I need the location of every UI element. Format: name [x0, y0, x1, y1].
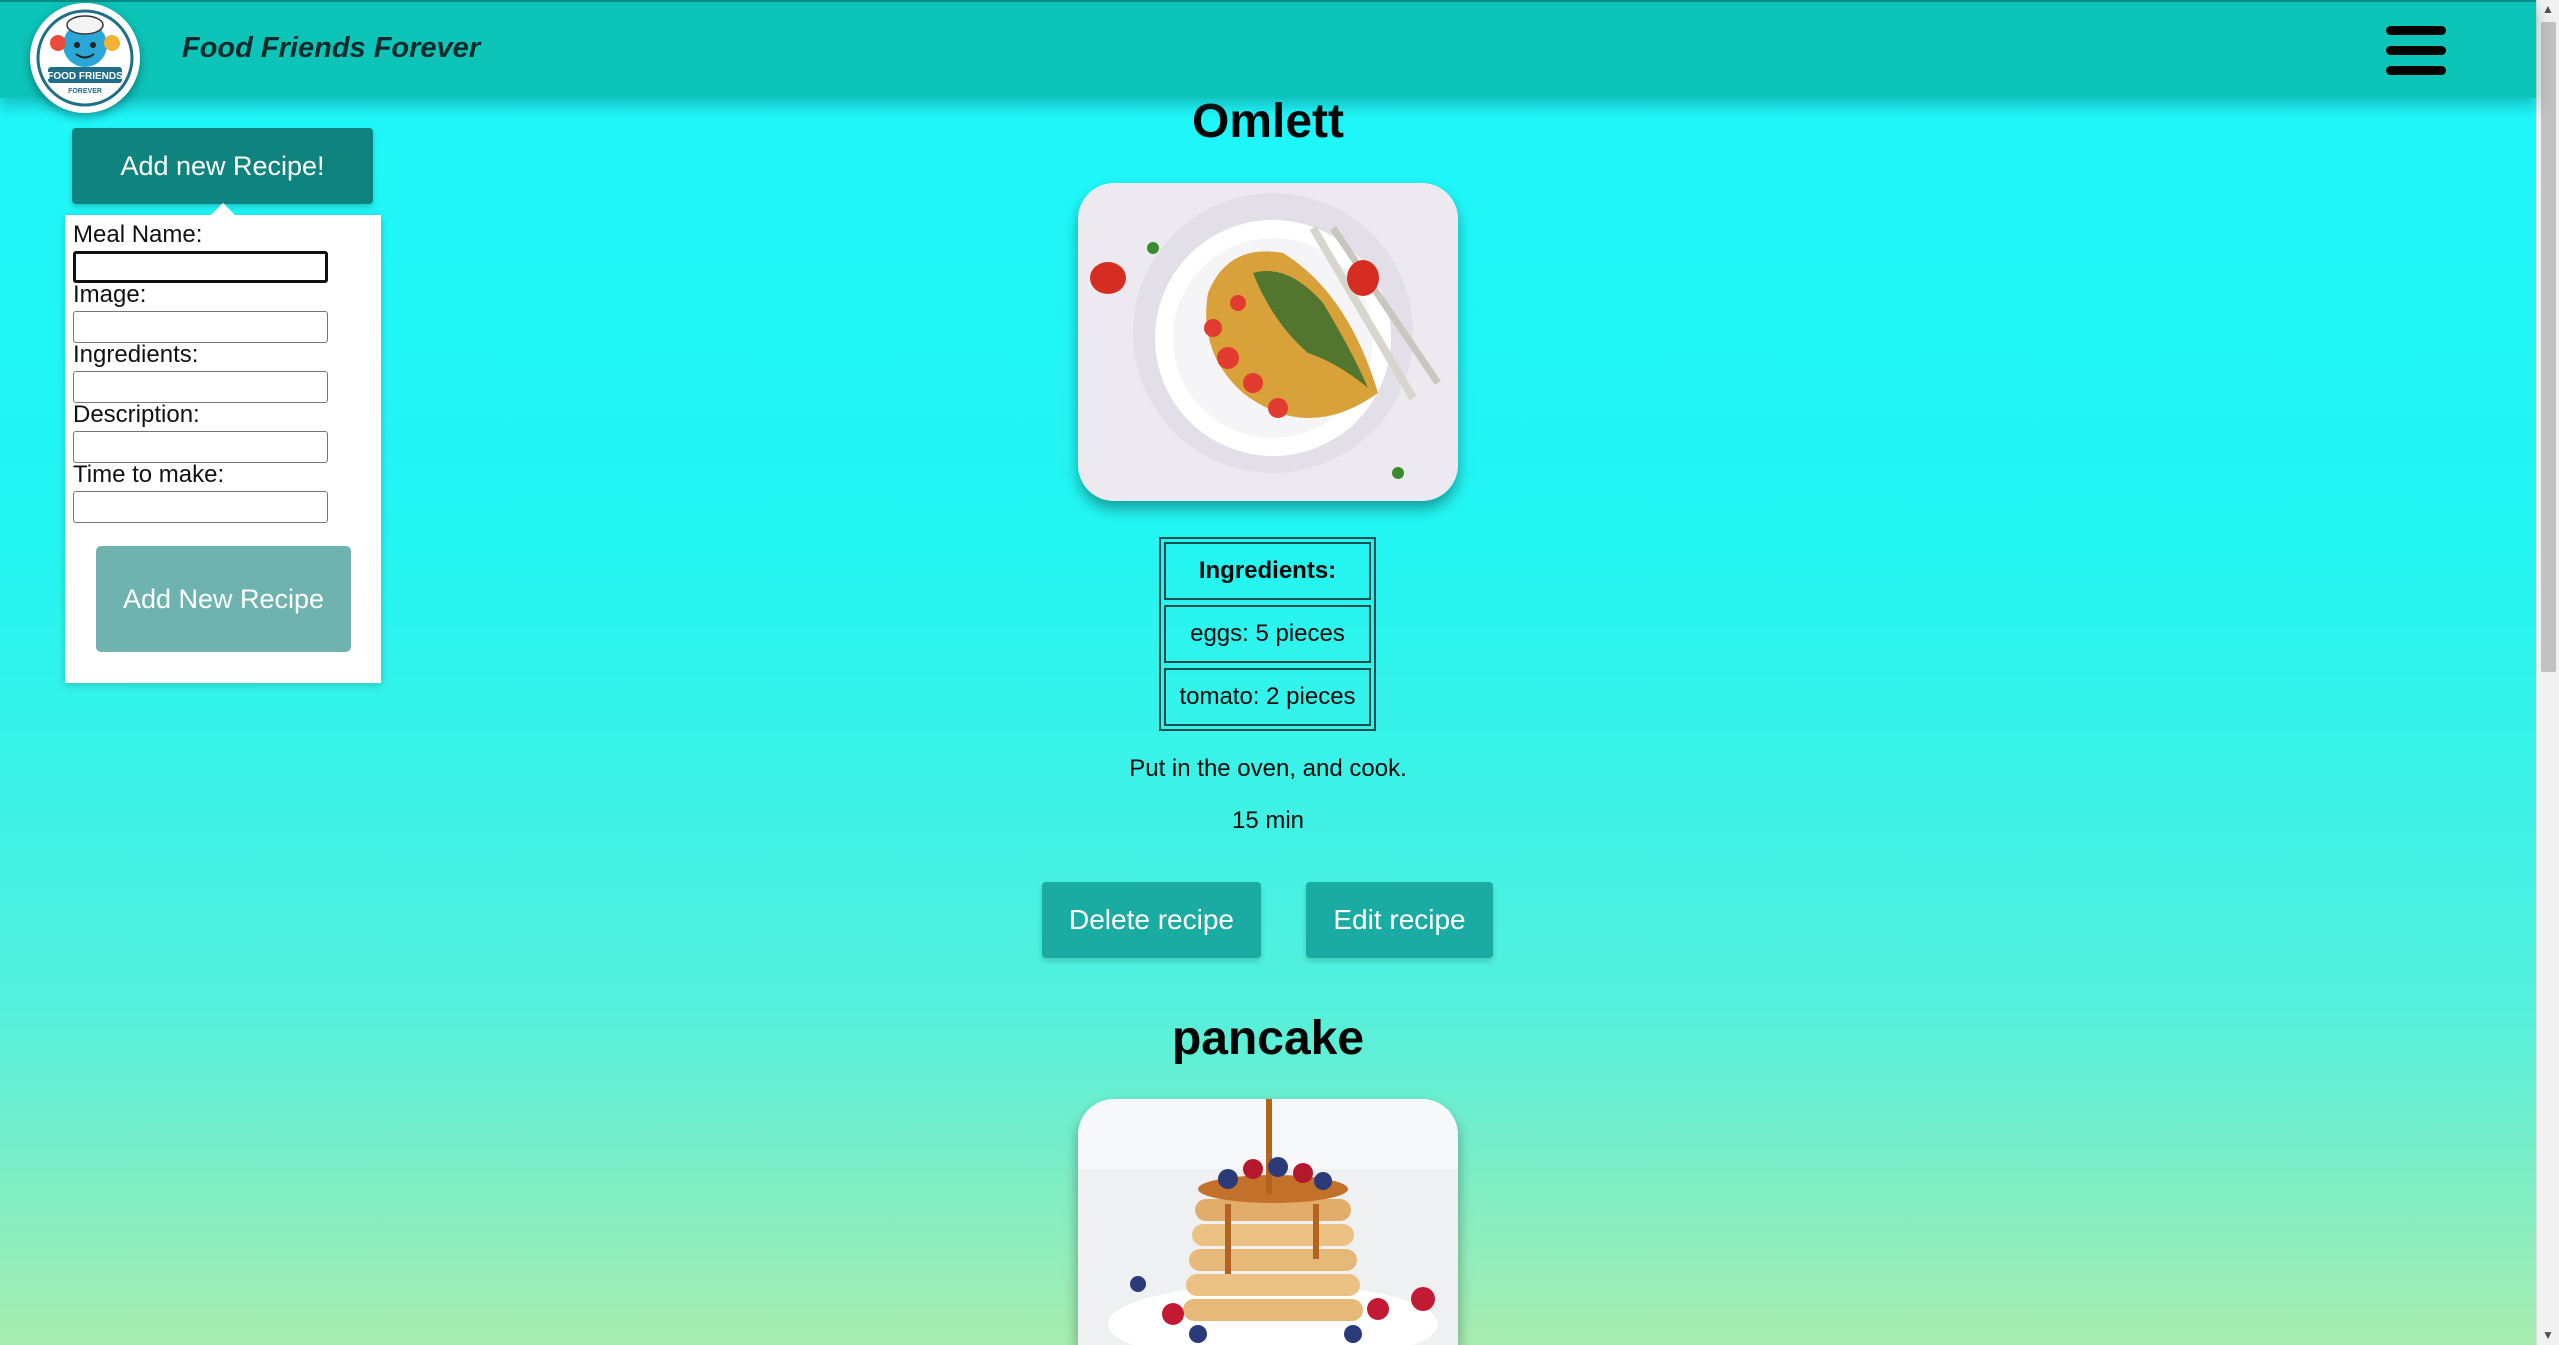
- page-scrollbar[interactable]: ▲ ▼: [2536, 0, 2559, 1345]
- ingredients-header-cell: Ingredients:: [1164, 542, 1371, 600]
- svg-text:FOREVER: FOREVER: [68, 88, 102, 95]
- pancake-photo: [1078, 1099, 1458, 1345]
- scroll-up-arrow-icon[interactable]: ▲: [2542, 2, 2554, 16]
- recipe-title: Omlett: [1191, 95, 1344, 148]
- ingredients-input[interactable]: [73, 371, 328, 403]
- edit-recipe-button[interactable]: Edit recipe: [1306, 882, 1493, 958]
- ingredients-table: Ingredients: eggs: 5 pieces tomato: 2 pi…: [1159, 537, 1376, 731]
- site-logo[interactable]: FOOD FRIENDS FOREVER: [30, 3, 140, 113]
- time-to-make-input[interactable]: [73, 491, 328, 523]
- add-recipe-form: Meal Name: Image: Ingredients: Descripti…: [65, 215, 381, 683]
- time-to-make-label: Time to make:: [73, 461, 225, 488]
- add-new-recipe-submit-button[interactable]: Add New Recipe: [96, 546, 351, 652]
- description-input[interactable]: [73, 431, 328, 463]
- image-input[interactable]: [73, 311, 328, 343]
- delete-recipe-button[interactable]: Delete recipe: [1042, 882, 1261, 958]
- ingredient-row: tomato: 2 pieces: [1164, 668, 1371, 726]
- app-title: Food Friends Forever: [182, 32, 481, 64]
- svg-text:FOOD FRIENDS: FOOD FRIENDS: [47, 71, 123, 82]
- meal-name-input[interactable]: [73, 251, 328, 283]
- scroll-thumb[interactable]: [2541, 22, 2556, 672]
- dropdown-caret: [211, 203, 235, 215]
- scroll-down-arrow-icon[interactable]: ▼: [2542, 1328, 2554, 1342]
- omelette-photo: [1078, 183, 1458, 501]
- meal-name-label: Meal Name:: [73, 221, 203, 248]
- ingredient-row: eggs: 5 pieces: [1164, 605, 1371, 663]
- ingredients-label: Ingredients:: [73, 341, 199, 368]
- recipe-description: Put in the oven, and cook.: [1129, 755, 1407, 782]
- recipe-title: pancake: [1171, 1012, 1365, 1065]
- top-navbar: Food Friends Forever: [0, 0, 2536, 98]
- description-label: Description:: [73, 401, 200, 428]
- image-label: Image:: [73, 281, 147, 308]
- hamburger-menu-icon[interactable]: [2386, 26, 2446, 76]
- recipe-time: 15 min: [1231, 807, 1305, 834]
